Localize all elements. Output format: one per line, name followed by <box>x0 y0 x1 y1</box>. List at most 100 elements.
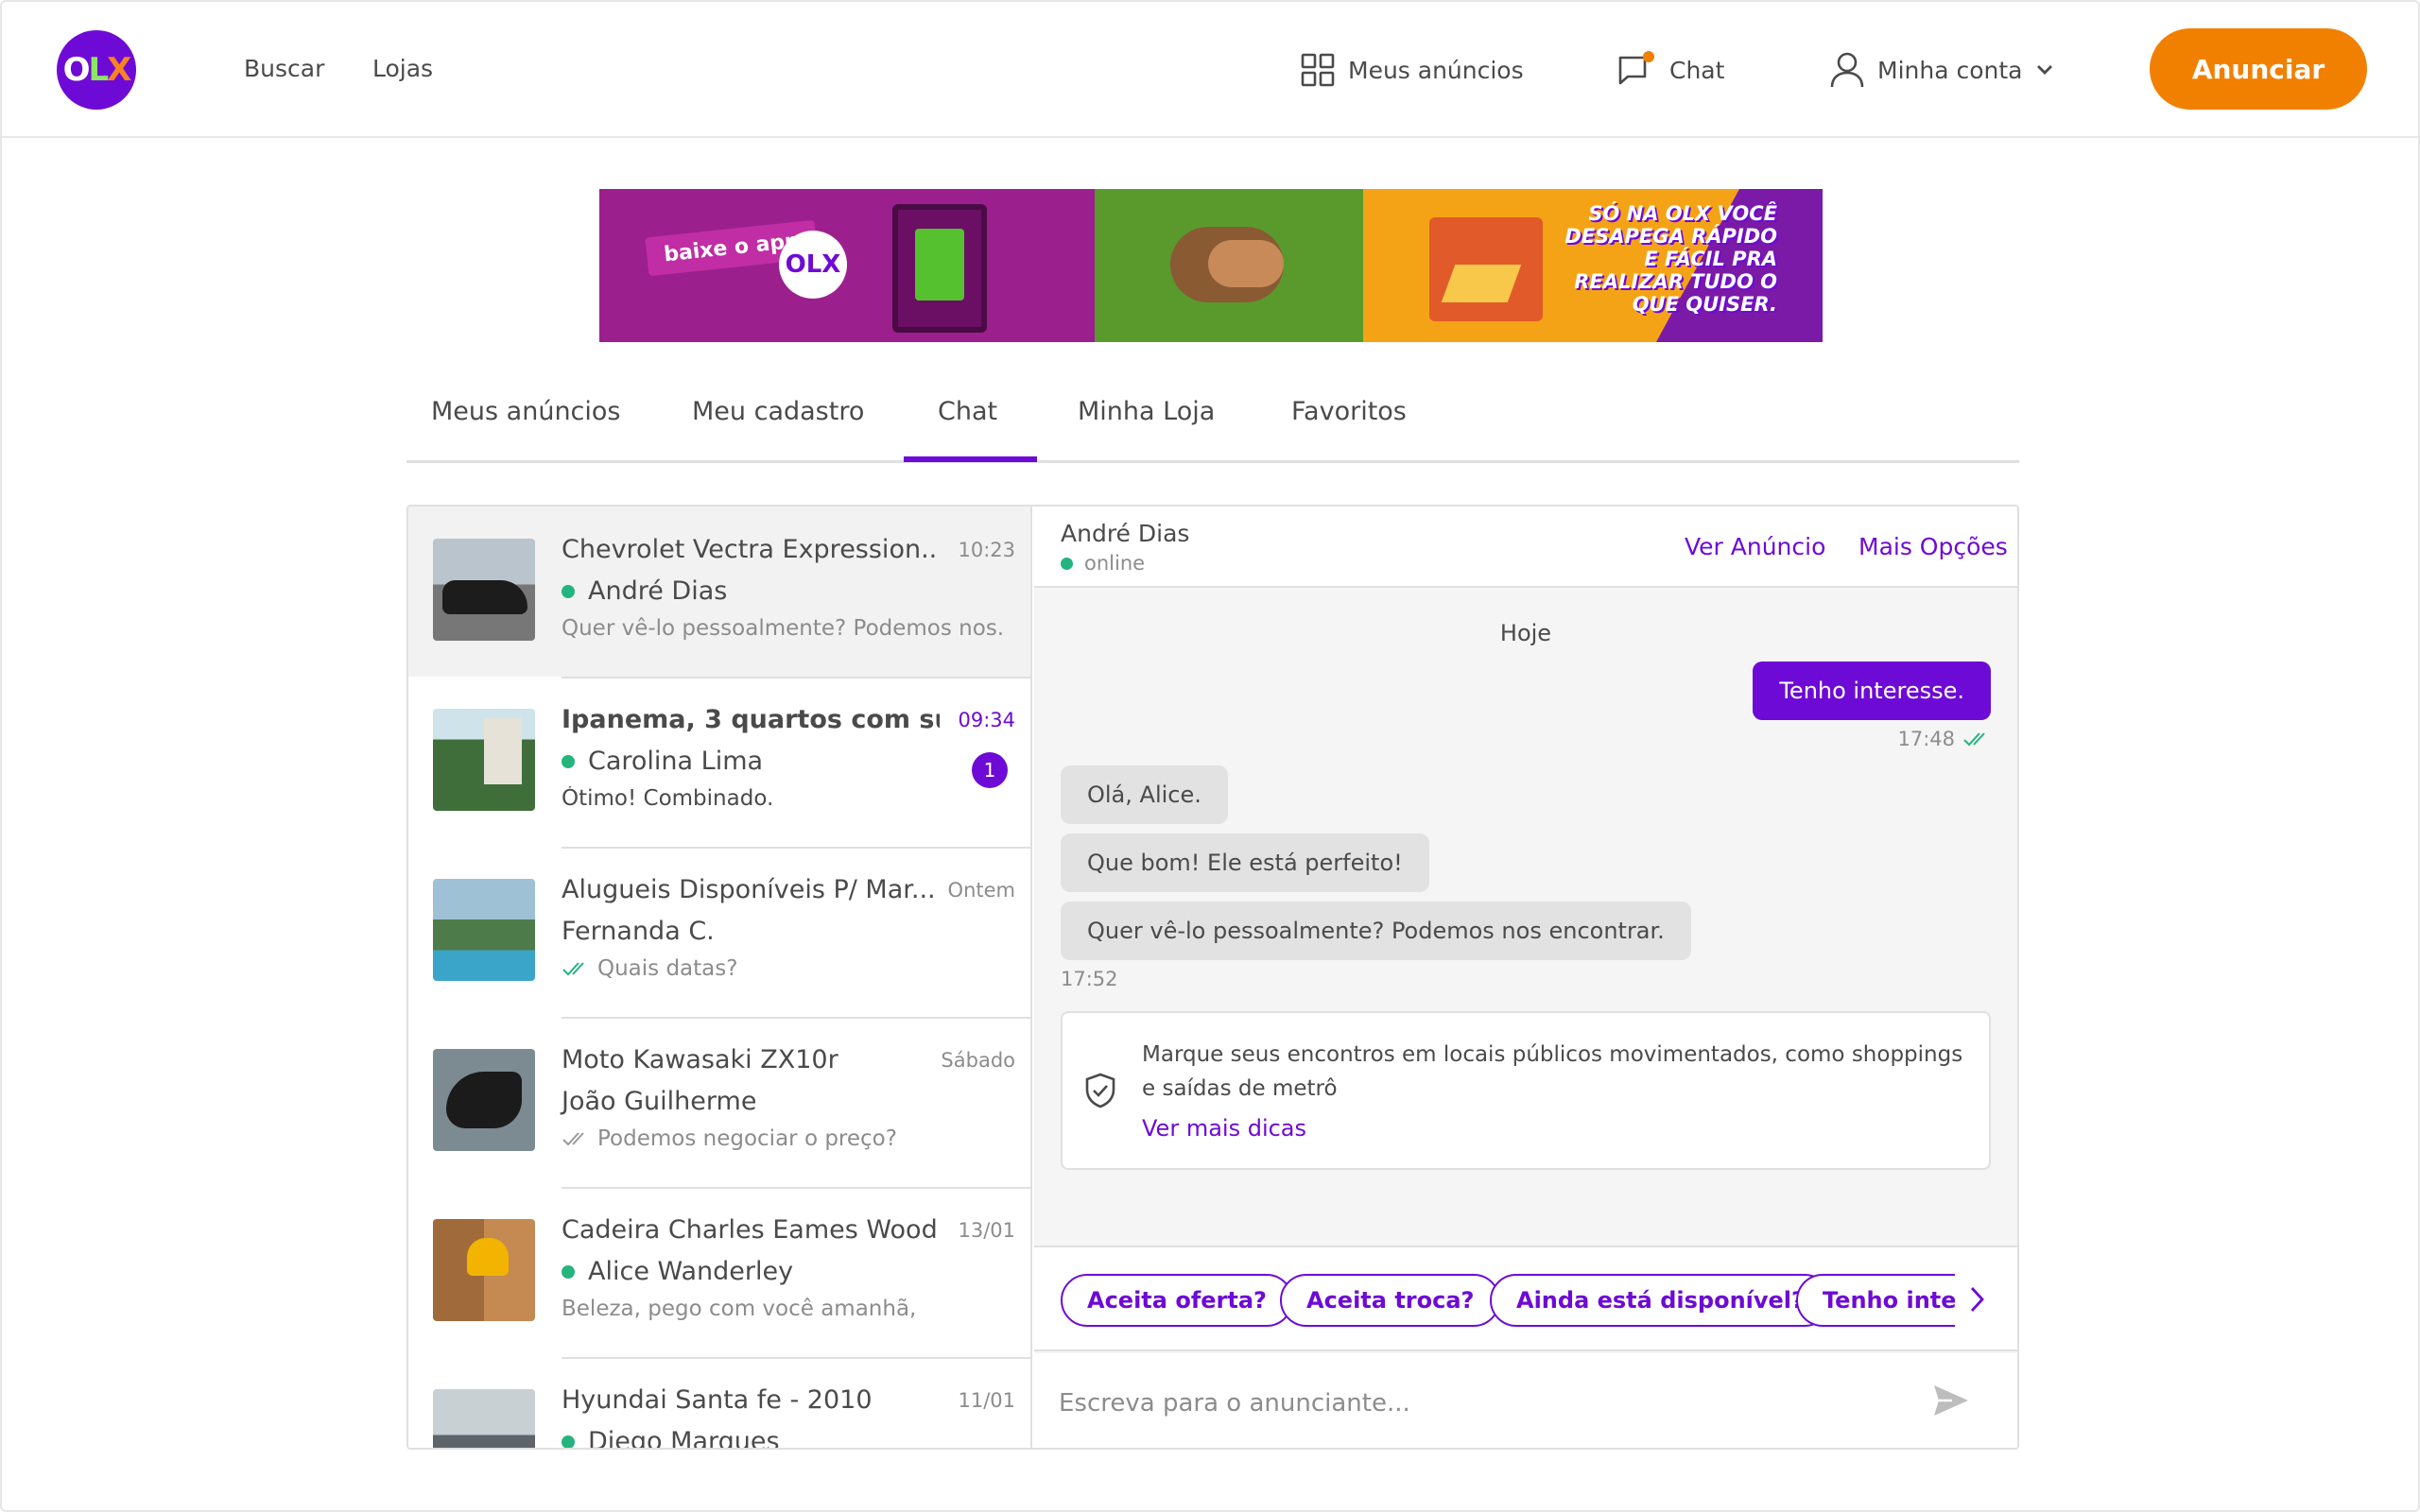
conversation-contact: André Dias <box>562 576 727 606</box>
header-chat[interactable]: Chat <box>1616 49 1724 91</box>
tab-favoritos[interactable]: Favoritos <box>1291 397 1407 426</box>
conversation-preview: Beleza, pego com você amanhã, <box>562 1297 917 1321</box>
conversation-item[interactable]: Moto Kawasaki ZX10r Sábado João Guilherm… <box>408 1017 1030 1187</box>
conversation-time: 09:34 <box>958 709 1015 731</box>
header-minha-conta[interactable]: Minha conta <box>1830 49 2054 91</box>
online-dot <box>562 584 575 598</box>
online-dot <box>562 1435 575 1448</box>
divider <box>562 677 1030 679</box>
listing-thumbnail <box>433 1049 535 1151</box>
header-chat-label: Chat <box>1669 56 1725 84</box>
banner-app-section: baixe o app OLX <box>599 189 1095 342</box>
anunciar-button[interactable]: Anunciar <box>2150 28 2367 110</box>
banner-slogan-section: SÓ NA OLX VOCÊ DESAPEGA RÁPIDO E FÁCIL P… <box>1363 189 1823 342</box>
quick-reply-tenho-interesse[interactable]: Tenho interesse <box>1796 1274 1955 1327</box>
conversation-list[interactable]: Chevrolet Vectra Expression... 10:23 And… <box>408 507 1032 1448</box>
day-separator: Hoje <box>1499 620 1552 646</box>
header-meus-anuncios[interactable]: Meus anúncios <box>1301 49 1524 91</box>
online-dot <box>1061 557 1073 570</box>
quick-reply-aceita-troca[interactable]: Aceita troca? <box>1280 1274 1501 1327</box>
banner-handshake-section <box>1095 189 1363 342</box>
conversation-contact: Alice Wanderley <box>562 1257 793 1286</box>
conversation-contact: Diego Marques <box>562 1427 780 1448</box>
header-minha-conta-label: Minha conta <box>1877 56 2023 84</box>
message-time: 17:48 <box>1897 728 1955 750</box>
contact-name: Alice Wanderley <box>588 1257 794 1286</box>
conversation-item[interactable]: Alugueis Disponíveis P/ Mar... Ontem Fer… <box>408 847 1030 1017</box>
olx-logo[interactable]: OLX <box>57 30 136 110</box>
conversation-title: Hyundai Santa fe - 2010 <box>562 1385 873 1415</box>
message-input[interactable] <box>1059 1382 1910 1425</box>
safety-tip-card: Marque seus encontros em locais públicos… <box>1061 1011 1991 1170</box>
incoming-message-time: 17:52 <box>1061 968 1118 990</box>
nav-lojas[interactable]: Lojas <box>372 55 433 82</box>
conversation-time: Ontem <box>947 879 1015 902</box>
incoming-message: Quer vê-lo pessoalmente? Podemos nos enc… <box>1061 902 1691 960</box>
listing-thumbnail <box>433 539 535 641</box>
top-header: OLX Buscar Lojas Meus anúncios Chat Minh… <box>2 2 2418 138</box>
tab-meus-anuncios[interactable]: Meus anúncios <box>431 397 620 426</box>
conversation-contact: Carolina Lima <box>562 747 763 776</box>
grid-icon <box>1301 53 1335 87</box>
ver-mais-dicas-link[interactable]: Ver mais dicas <box>1142 1115 1306 1142</box>
status-text: online <box>1084 552 1146 575</box>
listing-thumbnail <box>433 879 535 981</box>
chat-icon <box>1618 51 1654 85</box>
nav-buscar[interactable]: Buscar <box>244 55 324 82</box>
conversation-title: Alugueis Disponíveis P/ Mar... <box>562 875 936 904</box>
conversation-item[interactable]: Hyundai Santa fe - 2010 11/01 Diego Marq… <box>408 1357 1030 1448</box>
banner-olx-logo: OLX <box>779 231 847 299</box>
send-icon[interactable] <box>1932 1383 1970 1418</box>
divider <box>562 847 1030 849</box>
contact-name: João Guilherme <box>562 1087 757 1116</box>
conversation-item[interactable]: Chevrolet Vectra Expression... 10:23 And… <box>408 507 1030 677</box>
listing-thumbnail <box>433 1389 535 1448</box>
ver-anuncio-link[interactable]: Ver Anúncio <box>1685 533 1825 560</box>
preview-text: Podemos negociar o preço? <box>597 1126 897 1151</box>
conversation-time: Sábado <box>941 1049 1015 1072</box>
mais-opcoes-link[interactable]: Mais Opções <box>1858 533 2008 560</box>
conversation-title: Moto Kawasaki ZX10r <box>562 1045 838 1074</box>
listing-thumbnail <box>433 709 535 811</box>
quick-replies: Aceita oferta? Aceita troca? Ainda está … <box>1034 1246 2017 1351</box>
message-composer <box>1034 1353 2017 1448</box>
safety-tip-text: Marque seus encontros em locais públicos… <box>1142 1042 1963 1101</box>
preview-text: Quais datas? <box>597 956 738 981</box>
account-tabs: Meus anúncios Meu cadastro Chat Minha Lo… <box>406 378 2019 463</box>
conversation-time: 10:23 <box>958 539 1015 561</box>
tab-meu-cadastro[interactable]: Meu cadastro <box>692 397 864 426</box>
user-icon <box>1830 52 1864 88</box>
quick-reply-aceita-oferta[interactable]: Aceita oferta? <box>1061 1274 1293 1327</box>
quick-reply-ainda-disponivel[interactable]: Ainda está disponível? <box>1490 1274 1831 1327</box>
conversation-view: André Dias online Ver Anúncio Mais Opçõe… <box>1034 507 2017 1448</box>
conversation-time: 11/01 <box>958 1389 1015 1412</box>
contact-name: Fernanda C. <box>562 917 715 946</box>
conversation-title: Cadeira Charles Eames Wood <box>562 1215 938 1245</box>
online-dot <box>562 1264 575 1279</box>
chat-contact-status: online <box>1061 552 1145 575</box>
handshake-image <box>1170 227 1284 302</box>
chevron-right-icon[interactable] <box>1968 1285 1987 1314</box>
divider <box>562 1187 1030 1189</box>
banner-slogan: SÓ NA OLX VOCÊ DESAPEGA RÁPIDO E FÁCIL P… <box>1564 202 1777 316</box>
conversation-item[interactable]: Ipanema, 3 quartos com sui... 09:34 Caro… <box>408 677 1030 847</box>
contact-name: Carolina Lima <box>588 747 764 776</box>
read-check-icon <box>1963 732 1985 747</box>
conversation-time: 13/01 <box>958 1219 1015 1242</box>
contact-name: André Dias <box>588 576 728 606</box>
app-window: OLX Buscar Lojas Meus anúncios Chat Minh… <box>0 0 2420 1512</box>
promo-banner[interactable]: baixe o app OLX SÓ NA OLX VOCÊ DESAPEGA … <box>599 189 1823 342</box>
conversation-contact: João Guilherme <box>562 1087 756 1116</box>
contact-name: Diego Marques <box>588 1427 780 1448</box>
outgoing-message: Tenho interesse. <box>1753 662 1991 720</box>
chat-panel: Chevrolet Vectra Expression... 10:23 And… <box>406 505 2019 1450</box>
conversation-header: André Dias online Ver Anúncio Mais Opçõe… <box>1034 507 2017 588</box>
shield-check-icon <box>1085 1073 1115 1108</box>
delivered-check-icon <box>562 1132 584 1146</box>
divider <box>562 1017 1030 1019</box>
chevron-down-icon <box>2037 65 2053 75</box>
tab-minha-loja[interactable]: Minha Loja <box>1078 397 1215 426</box>
conversation-item[interactable]: Cadeira Charles Eames Wood 13/01 Alice W… <box>408 1187 1030 1357</box>
tab-chat[interactable]: Chat <box>903 397 1038 462</box>
divider <box>562 1357 1030 1359</box>
